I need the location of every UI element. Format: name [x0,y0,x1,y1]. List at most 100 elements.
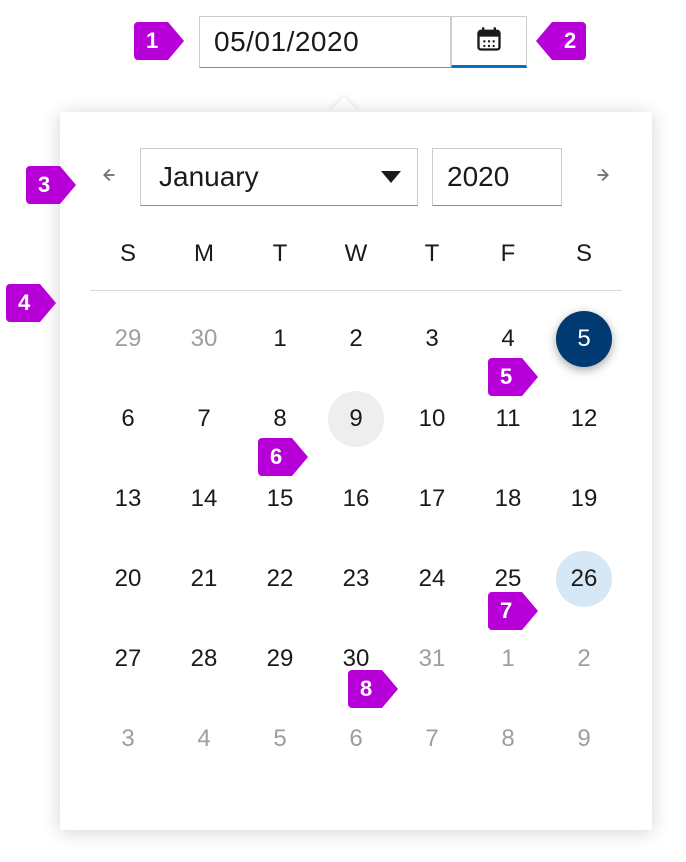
day-cell[interactable]: 5 [546,309,622,369]
day-cell[interactable]: 28 [166,629,242,689]
day-number: 5 [556,311,612,367]
day-number: 2 [556,631,612,687]
day-number: 19 [556,471,612,527]
callout-label: 2 [552,22,586,60]
day-cell[interactable]: 15 [242,469,318,529]
day-cell[interactable]: 9 [546,709,622,769]
day-cell[interactable]: 27 [90,629,166,689]
day-number: 27 [100,631,156,687]
day-cell[interactable]: 22 [242,549,318,609]
day-number: 22 [252,551,308,607]
day-cell[interactable]: 1 [242,309,318,369]
month-select[interactable]: January [140,148,418,206]
day-cell[interactable]: 5 [242,709,318,769]
day-cell[interactable]: 24 [394,549,470,609]
day-number: 6 [100,391,156,447]
day-cell[interactable]: 1 [470,629,546,689]
day-cell[interactable]: 29 [90,309,166,369]
day-number: 12 [556,391,612,447]
day-number: 17 [404,471,460,527]
day-cell[interactable]: 6 [318,709,394,769]
day-number: 2 [328,311,384,367]
day-number: 24 [404,551,460,607]
day-number: 20 [100,551,156,607]
prev-month-button[interactable] [90,159,126,195]
day-number: 9 [556,711,612,767]
callout-7: 7 [488,592,538,630]
date-input-value: 05/01/2020 [214,26,359,58]
day-cell[interactable]: 6 [90,389,166,449]
day-number: 9 [328,391,384,447]
popup-arrow [328,97,360,113]
day-cell[interactable]: 3 [90,709,166,769]
day-cell[interactable]: 26 [546,549,622,609]
day-cell[interactable]: 14 [166,469,242,529]
day-cell[interactable]: 31 [394,629,470,689]
day-number: 16 [328,471,384,527]
day-number: 29 [252,631,308,687]
chevron-down-icon [381,171,401,183]
day-number: 31 [404,631,460,687]
weekday-label: M [166,240,242,268]
callout-label: 7 [488,592,522,630]
day-cell[interactable]: 11 [470,389,546,449]
day-cell[interactable]: 20 [90,549,166,609]
day-cell[interactable]: 9 [318,389,394,449]
day-cell[interactable]: 17 [394,469,470,529]
day-number: 8 [480,711,536,767]
day-cell[interactable]: 2 [318,309,394,369]
day-number: 26 [556,551,612,607]
date-input[interactable]: 05/01/2020 [199,16,451,68]
callout-4: 4 [6,284,56,322]
day-number: 5 [252,711,308,767]
callout-3: 3 [26,166,76,204]
weekday-label: T [242,240,318,268]
callout-label: 8 [348,670,382,708]
year-input[interactable]: 2020 [432,148,562,206]
day-cell[interactable]: 16 [318,469,394,529]
day-number: 23 [328,551,384,607]
next-month-button[interactable] [586,159,622,195]
month-nav-row: January 2020 [90,148,622,206]
day-number: 1 [480,631,536,687]
day-number: 15 [252,471,308,527]
arrow-right-icon [593,164,615,191]
day-cell[interactable]: 7 [394,709,470,769]
month-select-label: January [159,161,259,193]
day-number: 28 [176,631,232,687]
day-number: 4 [176,711,232,767]
day-cell[interactable]: 29 [242,629,318,689]
day-cell[interactable]: 3 [394,309,470,369]
day-cell[interactable]: 7 [166,389,242,449]
weekday-label: T [394,240,470,268]
weekday-label: W [318,240,394,268]
day-number: 21 [176,551,232,607]
day-number: 6 [328,711,384,767]
day-cell[interactable]: 18 [470,469,546,529]
day-cell[interactable]: 12 [546,389,622,449]
day-cell[interactable]: 4 [166,709,242,769]
day-cell[interactable]: 10 [394,389,470,449]
date-input-row: 05/01/2020 [199,16,527,68]
day-cell[interactable]: 13 [90,469,166,529]
weekday-label: F [470,240,546,268]
day-number: 30 [176,311,232,367]
weekday-header: S M T W T F S [90,240,622,291]
day-cell[interactable]: 19 [546,469,622,529]
year-input-value: 2020 [447,161,509,193]
calendar-toggle-button[interactable] [451,16,527,68]
day-number: 11 [480,391,536,447]
day-cell[interactable]: 2 [546,629,622,689]
day-cell[interactable]: 21 [166,549,242,609]
callout-8: 8 [348,670,398,708]
day-cell[interactable]: 8 [470,709,546,769]
day-number: 3 [100,711,156,767]
arrow-left-icon [97,164,119,191]
day-number: 13 [100,471,156,527]
day-cell[interactable]: 23 [318,549,394,609]
day-cell[interactable]: 30 [166,309,242,369]
callout-6: 6 [258,438,308,476]
calendar-icon [475,25,503,58]
day-number: 29 [100,311,156,367]
day-number: 3 [404,311,460,367]
